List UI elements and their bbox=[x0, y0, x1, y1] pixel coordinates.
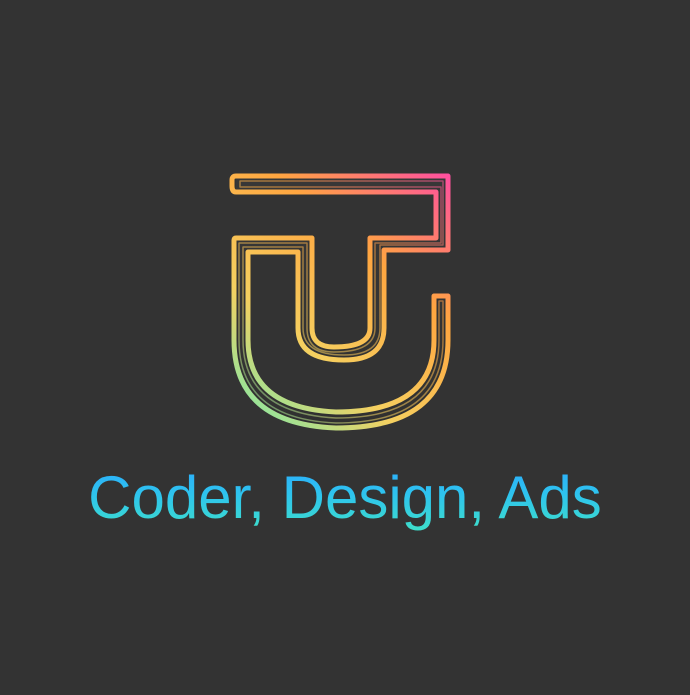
logo-outline-inner bbox=[238, 180, 444, 424]
tagline: Coder, Design, Ads bbox=[0, 462, 690, 534]
tu-monogram-icon bbox=[229, 173, 451, 431]
logo bbox=[0, 0, 690, 690]
logo-outline-outer bbox=[229, 173, 451, 431]
